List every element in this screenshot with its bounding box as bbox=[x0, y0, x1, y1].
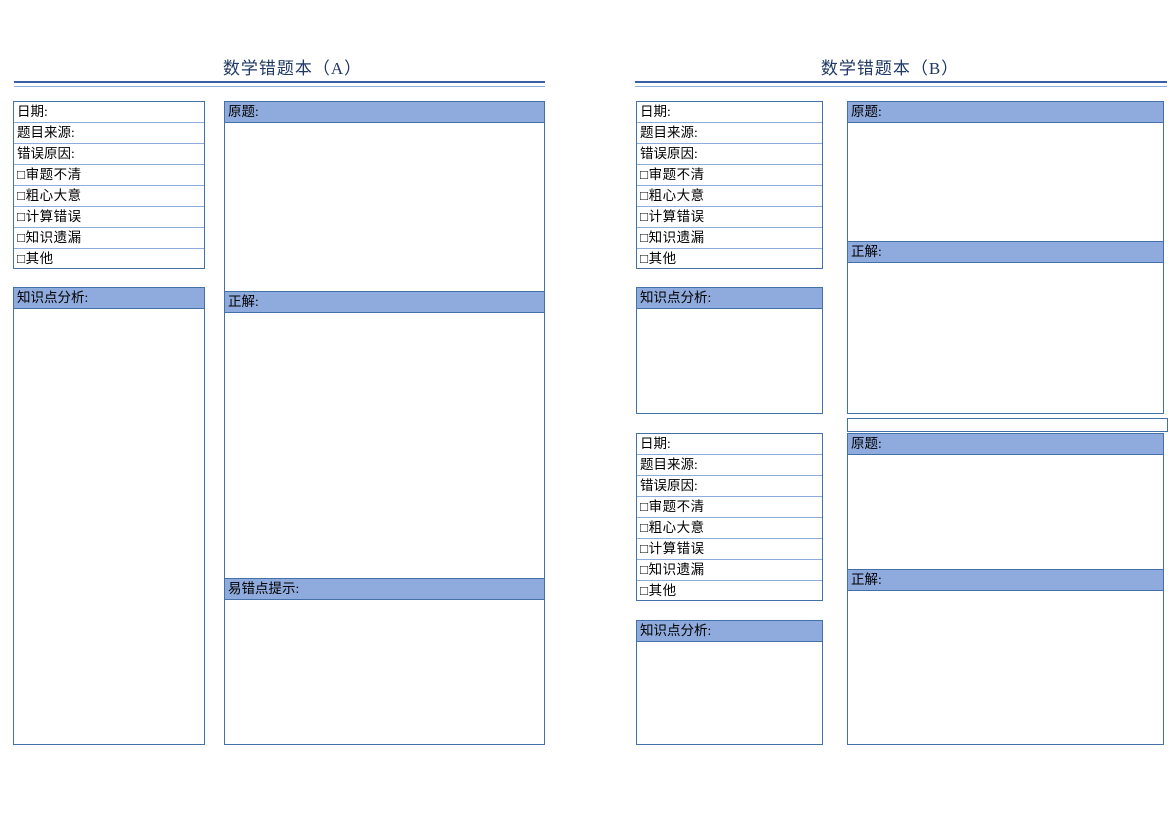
knowledge-analysis-writing-area[interactable] bbox=[637, 642, 822, 744]
info-table-b2: 日期: 题目来源: 错误原因: □审题不清 □粗心大意 □计算错误 □知识遗漏 … bbox=[636, 433, 823, 601]
knowledge-analysis-header: 知识点分析: bbox=[637, 621, 822, 642]
content-table-b1: 原题: 正解: bbox=[847, 101, 1164, 414]
correct-answer-header: 正解: bbox=[225, 292, 544, 313]
correct-answer-header: 正解: bbox=[848, 242, 1163, 263]
pitfall-tip-writing-area[interactable] bbox=[225, 600, 544, 744]
field-date[interactable]: 日期: bbox=[637, 434, 822, 455]
worksheet-page-a: 数学错题本（A） 日期: 题目来源: 错误原因: □审题不清 □粗心大意 □计算… bbox=[0, 0, 585, 827]
knowledge-analysis-header: 知识点分析: bbox=[637, 288, 822, 309]
original-problem-header: 原题: bbox=[225, 102, 544, 123]
info-table-b1: 日期: 题目来源: 错误原因: □审题不清 □粗心大意 □计算错误 □知识遗漏 … bbox=[636, 101, 823, 269]
content-table-a: 原题: 正解: 易错点提示: bbox=[224, 101, 545, 745]
checkbox-row-careless[interactable]: □粗心大意 bbox=[637, 518, 822, 539]
field-source[interactable]: 题目来源: bbox=[14, 123, 204, 144]
knowledge-analysis-table-b1: 知识点分析: bbox=[636, 287, 823, 414]
pitfall-tip-header: 易错点提示: bbox=[225, 579, 544, 600]
original-problem-writing-area[interactable] bbox=[848, 455, 1163, 570]
field-error-reason: 错误原因: bbox=[637, 476, 822, 497]
title-underline-b bbox=[635, 81, 1167, 87]
checkbox-row-calculation[interactable]: □计算错误 bbox=[637, 207, 822, 228]
checkbox-row-careless[interactable]: □粗心大意 bbox=[637, 186, 822, 207]
title-underline-a bbox=[14, 81, 545, 87]
checkbox-row-unclear[interactable]: □审题不清 bbox=[637, 497, 822, 518]
original-problem-header: 原题: bbox=[848, 434, 1163, 455]
checkbox-row-unclear[interactable]: □审题不清 bbox=[637, 165, 822, 186]
correct-answer-header: 正解: bbox=[848, 570, 1163, 591]
worksheet-page-b: 数学错题本（B） 日期: 题目来源: 错误原因: □审题不清 □粗心大意 □计算… bbox=[585, 0, 1170, 827]
knowledge-analysis-writing-area[interactable] bbox=[637, 309, 822, 413]
field-error-reason: 错误原因: bbox=[637, 144, 822, 165]
field-error-reason: 错误原因: bbox=[14, 144, 204, 165]
field-date[interactable]: 日期: bbox=[14, 102, 204, 123]
correct-answer-writing-area[interactable] bbox=[848, 591, 1163, 744]
original-problem-writing-area[interactable] bbox=[848, 123, 1163, 242]
original-problem-header: 原题: bbox=[848, 102, 1163, 123]
checkbox-row-calculation[interactable]: □计算错误 bbox=[14, 207, 204, 228]
page-title-b: 数学错题本（B） bbox=[820, 59, 960, 78]
page-title-a: 数学错题本（A） bbox=[222, 59, 363, 78]
checkbox-row-other[interactable]: □其他 bbox=[14, 249, 204, 270]
field-source[interactable]: 题目来源: bbox=[637, 123, 822, 144]
checkbox-row-knowledge-gap[interactable]: □知识遗漏 bbox=[637, 560, 822, 581]
checkbox-row-unclear[interactable]: □审题不清 bbox=[14, 165, 204, 186]
knowledge-analysis-table-a: 知识点分析: bbox=[13, 287, 205, 745]
knowledge-analysis-table-b2: 知识点分析: bbox=[636, 620, 823, 745]
checkbox-row-knowledge-gap[interactable]: □知识遗漏 bbox=[637, 228, 822, 249]
checkbox-row-calculation[interactable]: □计算错误 bbox=[637, 539, 822, 560]
correct-answer-writing-area[interactable] bbox=[848, 263, 1163, 413]
checkbox-row-careless[interactable]: □粗心大意 bbox=[14, 186, 204, 207]
knowledge-analysis-header: 知识点分析: bbox=[14, 288, 204, 309]
checkbox-row-other[interactable]: □其他 bbox=[637, 581, 822, 602]
spacer-row-b bbox=[847, 418, 1168, 432]
knowledge-analysis-writing-area[interactable] bbox=[14, 309, 204, 744]
checkbox-row-knowledge-gap[interactable]: □知识遗漏 bbox=[14, 228, 204, 249]
correct-answer-writing-area[interactable] bbox=[225, 313, 544, 579]
field-source[interactable]: 题目来源: bbox=[637, 455, 822, 476]
checkbox-row-other[interactable]: □其他 bbox=[637, 249, 822, 270]
field-date[interactable]: 日期: bbox=[637, 102, 822, 123]
spacer-cell[interactable] bbox=[848, 419, 1167, 431]
info-table-a: 日期: 题目来源: 错误原因: □审题不清 □粗心大意 □计算错误 □知识遗漏 … bbox=[13, 101, 205, 269]
original-problem-writing-area[interactable] bbox=[225, 123, 544, 292]
content-table-b2: 原题: 正解: bbox=[847, 433, 1164, 745]
